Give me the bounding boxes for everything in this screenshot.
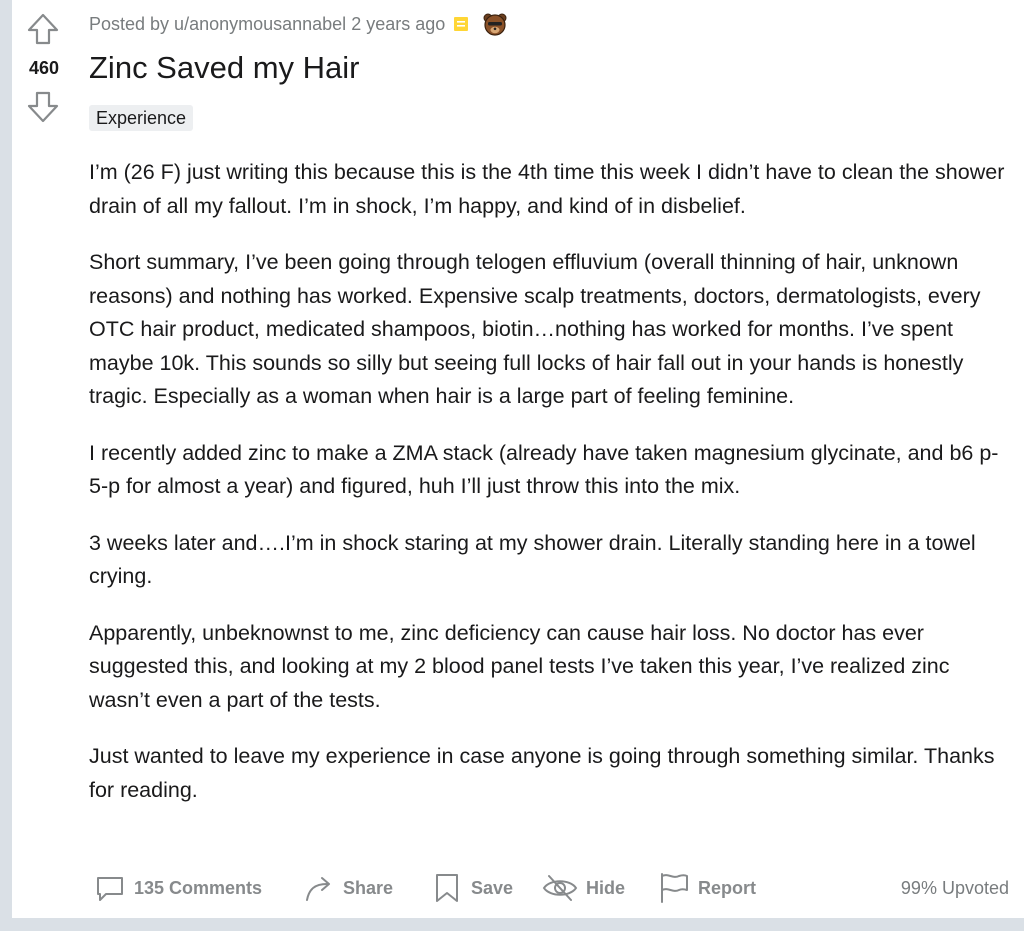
post-flair[interactable]: Experience [89, 105, 194, 131]
share-button[interactable]: Share [303, 868, 393, 908]
post-card: 460 Posted by u/anonymousannabel 2 years… [12, 0, 1024, 918]
bear-award-icon[interactable] [482, 11, 508, 37]
post-paragraph: Apparently, unbeknownst to me, zinc defi… [89, 620, 950, 712]
share-label: Share [343, 877, 394, 898]
post-paragraph: Just wanted to leave my experience in ca… [89, 744, 995, 802]
post-body: I’m (26 F) just writing this because thi… [89, 156, 1009, 830]
report-button[interactable]: Report [658, 868, 756, 908]
award-icon[interactable] [454, 17, 469, 31]
save-label: Save [471, 877, 514, 898]
post-title[interactable]: Zinc Saved my Hair [89, 50, 359, 86]
post-age: 2 years ago [351, 13, 446, 34]
post-actions-bar: 135 Comments Share Save Hide Report 99% … [94, 868, 1009, 908]
hide-label: Hide [586, 877, 626, 898]
eye-slash-icon [542, 875, 578, 901]
post-paragraph: Short summary, I’ve been going through t… [89, 250, 981, 408]
post-meta: Posted by u/anonymousannabel 2 years ago [89, 12, 508, 36]
upvote-ratio: 99% Upvoted [900, 877, 1009, 898]
share-arrow-icon [306, 877, 330, 901]
hide-button[interactable]: Hide [542, 868, 625, 908]
report-label: Report [698, 877, 756, 898]
flag-icon [661, 873, 688, 903]
downvote-icon[interactable] [26, 90, 60, 124]
post-paragraph: I recently added zinc to make a ZMA stac… [89, 440, 999, 499]
comments-label: 135 Comments [134, 877, 263, 898]
comments-button[interactable]: 135 Comments [94, 868, 262, 908]
save-button[interactable]: Save [431, 868, 513, 908]
vote-score: 460 [28, 58, 60, 78]
vote-column: 460 [12, 0, 76, 140]
upvote-icon[interactable] [26, 12, 60, 46]
bookmark-icon [436, 874, 458, 902]
post-paragraph: 3 weeks later and….I’m in shock staring … [89, 530, 976, 589]
post-paragraph: I’m (26 F) just writing this because thi… [89, 160, 1005, 218]
posted-by-link[interactable]: Posted by u/anonymousannabel [89, 14, 346, 35]
comment-bubble-icon [97, 877, 123, 901]
